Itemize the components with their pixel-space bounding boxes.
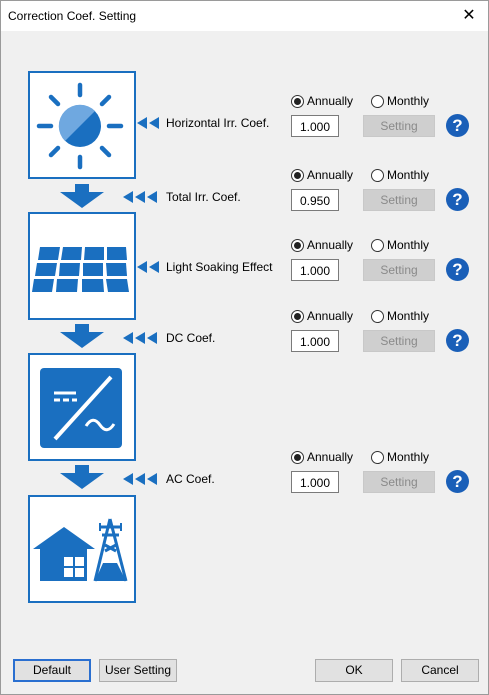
annually-radio[interactable] — [291, 95, 304, 108]
annually-radio[interactable] — [291, 169, 304, 182]
down-arrow-icon — [60, 324, 104, 348]
house-grid-icon — [28, 495, 136, 603]
coef-label: Light Soaking Effect — [166, 260, 273, 274]
monthly-radio[interactable] — [371, 169, 384, 182]
monthly-label: Monthly — [387, 309, 430, 323]
arrow-left-icon — [137, 117, 159, 129]
setting-button: Setting — [363, 259, 435, 281]
setting-button: Setting — [363, 115, 435, 137]
monthly-radio[interactable] — [371, 95, 384, 108]
annually-label: Annually — [307, 309, 354, 323]
annually-label: Annually — [307, 238, 354, 252]
annually-radio[interactable] — [291, 239, 304, 252]
arrow-left-icon — [123, 473, 157, 485]
coef-value-input[interactable]: 1.000 — [291, 259, 339, 281]
window-title: Correction Coef. Setting — [8, 9, 137, 23]
monthly-label: Monthly — [387, 94, 430, 108]
setting-button: Setting — [363, 189, 435, 211]
solar-panel-icon — [28, 212, 136, 320]
help-icon[interactable]: ? — [446, 470, 469, 493]
arrow-left-icon — [123, 191, 157, 203]
dialog-window: Correction Coef. Setting ✕ Horizontal Ir… — [0, 0, 489, 695]
coef-value-input[interactable]: 0.950 — [291, 189, 339, 211]
help-icon[interactable]: ? — [446, 258, 469, 281]
annually-label: Annually — [307, 450, 354, 464]
help-icon[interactable]: ? — [446, 329, 469, 352]
coef-label: DC Coef. — [166, 331, 216, 345]
setting-button: Setting — [363, 471, 435, 493]
close-icon[interactable]: ✕ — [454, 4, 484, 28]
monthly-label: Monthly — [387, 238, 430, 252]
coef-value-input[interactable]: 1.000 — [291, 471, 339, 493]
coef-label: AC Coef. — [166, 472, 215, 486]
inverter-icon — [28, 353, 136, 461]
down-arrow-icon — [60, 465, 104, 489]
coef-label: Total Irr. Coef. — [166, 190, 241, 204]
annually-radio[interactable] — [291, 451, 304, 464]
coef-value-input[interactable]: 1.000 — [291, 330, 339, 352]
help-icon[interactable]: ? — [446, 188, 469, 211]
annually-label: Annually — [307, 168, 354, 182]
annually-radio[interactable] — [291, 310, 304, 323]
monthly-radio[interactable] — [371, 310, 384, 323]
down-arrow-icon — [60, 184, 104, 208]
title-bar: Correction Coef. Setting ✕ — [1, 1, 488, 31]
ok-button[interactable]: OK — [315, 659, 393, 682]
annually-label: Annually — [307, 94, 354, 108]
arrow-left-icon — [123, 332, 157, 344]
monthly-label: Monthly — [387, 450, 430, 464]
cancel-button[interactable]: Cancel — [401, 659, 479, 682]
sun-icon — [28, 71, 136, 179]
help-icon[interactable]: ? — [446, 114, 469, 137]
setting-button: Setting — [363, 330, 435, 352]
coef-value-input[interactable]: 1.000 — [291, 115, 339, 137]
arrow-left-icon — [137, 261, 159, 273]
monthly-radio[interactable] — [371, 451, 384, 464]
coef-label: Horizontal Irr. Coef. — [166, 116, 270, 130]
monthly-label: Monthly — [387, 168, 430, 182]
monthly-radio[interactable] — [371, 239, 384, 252]
user-setting-button[interactable]: User Setting — [99, 659, 177, 682]
default-button[interactable]: Default — [13, 659, 91, 682]
